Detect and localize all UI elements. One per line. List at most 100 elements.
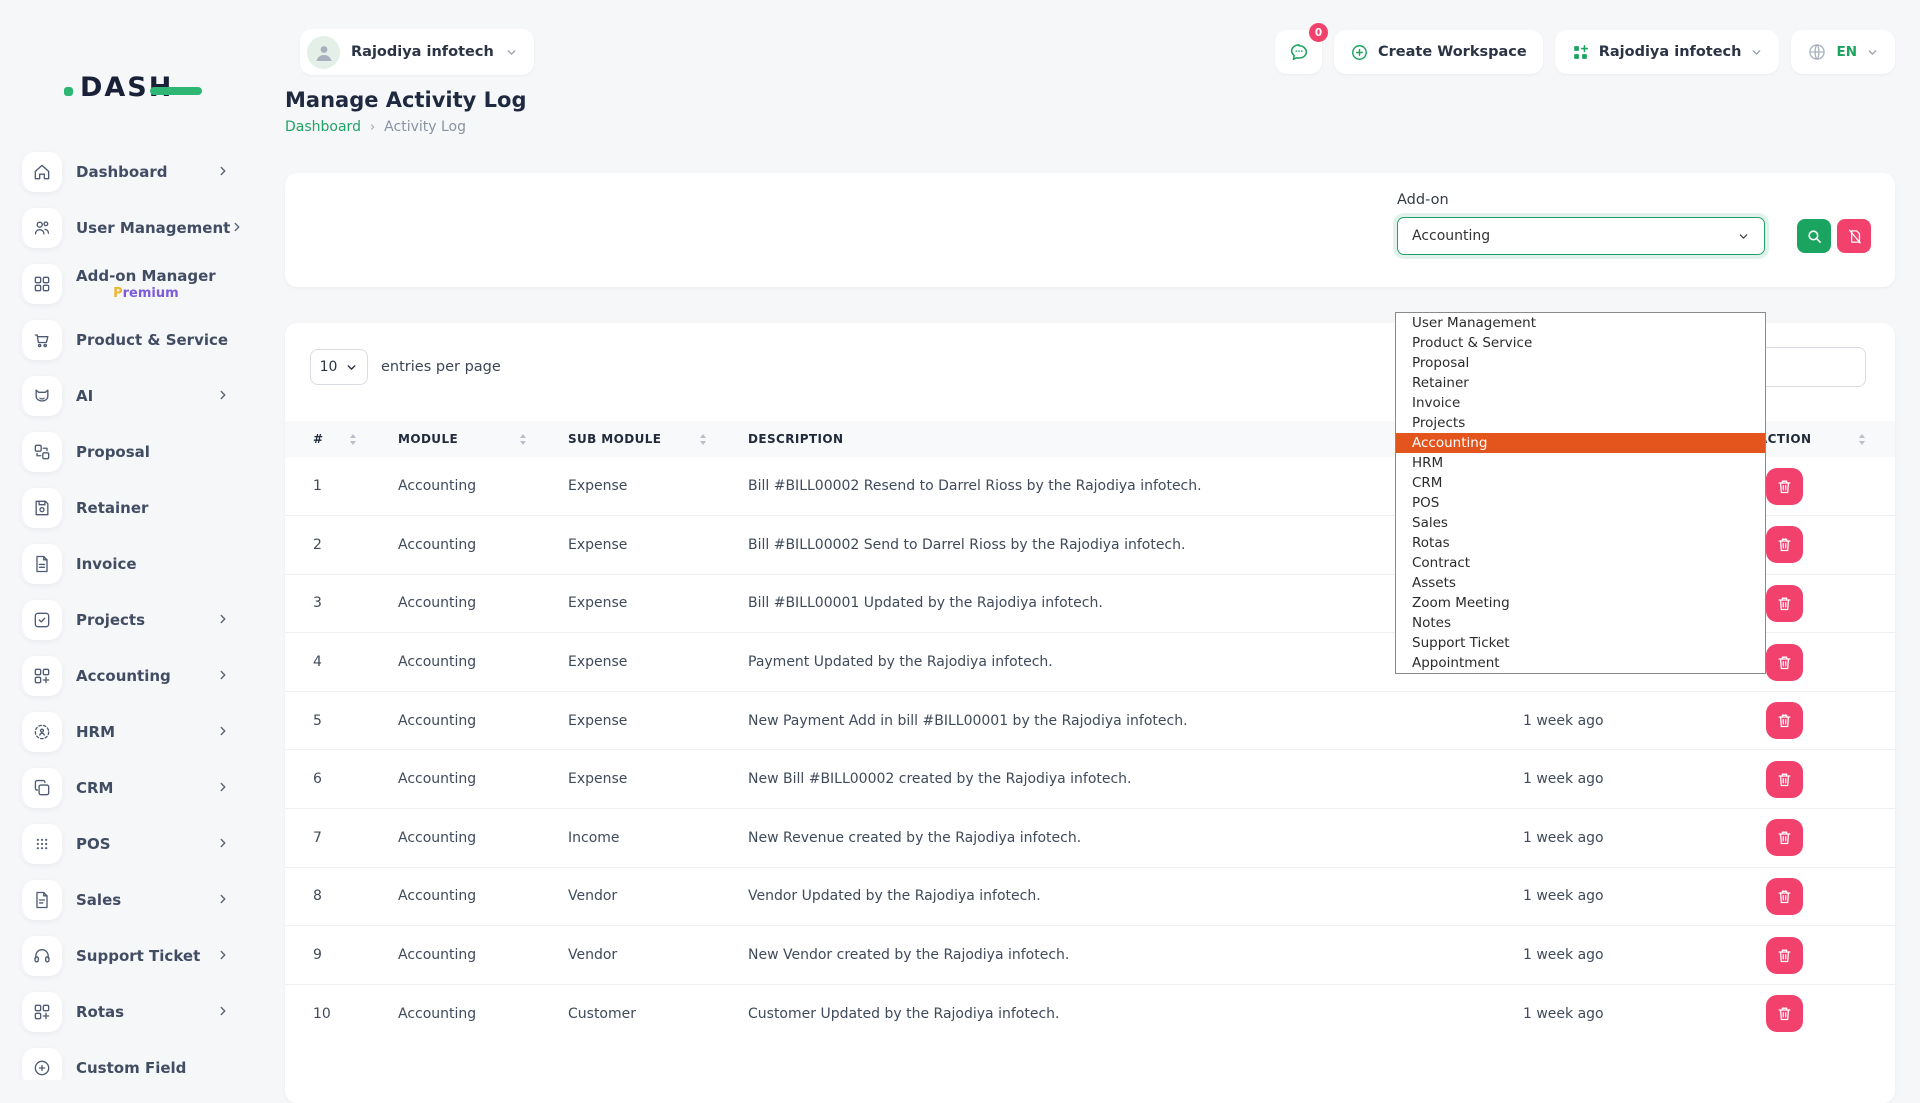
addon-select[interactable]: Accounting (1397, 217, 1765, 255)
avatar (307, 36, 340, 69)
sidebar-item-custom-field[interactable]: Custom Field (0, 1048, 270, 1080)
row-description: New Revenue created by the Rajodiya info… (720, 809, 1495, 868)
sidebar-item-crm[interactable]: CRM (0, 768, 270, 808)
addon-option-contract[interactable]: Contract (1396, 553, 1765, 573)
sort-icon (700, 434, 706, 445)
addon-option-projects[interactable]: Projects (1396, 413, 1765, 433)
addon-option-accounting[interactable]: Accounting (1396, 433, 1765, 453)
chevron-right-icon (216, 387, 230, 406)
search-icon (1806, 228, 1823, 245)
sort-icon (350, 434, 356, 445)
breadcrumb-dashboard-link[interactable]: Dashboard (285, 119, 361, 135)
delete-row-button[interactable] (1766, 526, 1803, 563)
addon-option-product-service[interactable]: Product & Service (1396, 333, 1765, 353)
sidebar-item-user-management[interactable]: User Management (0, 208, 270, 248)
sidebar-item-invoice[interactable]: Invoice (0, 544, 270, 584)
sidebar-item-label: AI (76, 387, 93, 405)
sidebar-item-hrm[interactable]: HRM (0, 712, 270, 752)
addon-option-hrm[interactable]: HRM (1396, 453, 1765, 473)
globe-icon (1807, 42, 1827, 62)
topbar: Rajodiya infotech 0 Create Workspace (285, 29, 1895, 75)
sidebar-item-label: Proposal (76, 443, 150, 461)
addon-option-appointment[interactable]: Appointment (1396, 653, 1765, 673)
invoice-icon (22, 544, 62, 584)
delete-row-button[interactable] (1766, 937, 1803, 974)
column-header-[interactable]: # (285, 421, 370, 457)
column-header-module[interactable]: MODULE (370, 421, 540, 457)
create-workspace-label: Create Workspace (1378, 44, 1527, 60)
search-button[interactable] (1797, 219, 1831, 253)
delete-row-button[interactable] (1766, 585, 1803, 622)
messages-button[interactable]: 0 (1275, 30, 1322, 74)
reset-filter-button[interactable] (1837, 219, 1871, 253)
sidebar-item-projects[interactable]: Projects (0, 600, 270, 640)
row-description: Bill #BILL00002 Resend to Darrel Rioss b… (720, 457, 1495, 516)
column-header-sub-module[interactable]: SUB MODULE (540, 421, 720, 457)
delete-row-button[interactable] (1766, 644, 1803, 681)
addon-option-sales[interactable]: Sales (1396, 513, 1765, 533)
addon-filter-group: Add-on Accounting (1397, 192, 1871, 255)
sidebar-item-label: Dashboard (76, 163, 167, 181)
delete-row-button[interactable] (1766, 878, 1803, 915)
addon-option-pos[interactable]: POS (1396, 493, 1765, 513)
sidebar-item-dashboard[interactable]: Dashboard (0, 152, 270, 192)
sidebar-item-label: HRM (76, 723, 115, 741)
topbar-right-group: 0 Create Workspace Rajodiya infot (1275, 30, 1895, 74)
addon-option-user-management[interactable]: User Management (1396, 313, 1765, 333)
chevron-right-icon (230, 219, 244, 238)
addon-option-support-ticket[interactable]: Support Ticket (1396, 633, 1765, 653)
sidebar-item-rotas[interactable]: Rotas (0, 992, 270, 1032)
sidebar-item-accounting[interactable]: Accounting (0, 656, 270, 696)
entries-per-page-select[interactable]: 10 (310, 349, 368, 385)
row-sub-module: Customer (540, 984, 720, 1043)
breadcrumb: Dashboard › Activity Log (285, 119, 1895, 135)
addon-option-zoom-meeting[interactable]: Zoom Meeting (1396, 593, 1765, 613)
addon-option-rotas[interactable]: Rotas (1396, 533, 1765, 553)
sidebar-item-ai[interactable]: AI (0, 376, 270, 416)
addon-option-invoice[interactable]: Invoice (1396, 393, 1765, 413)
row-module: Accounting (370, 984, 540, 1043)
delete-row-button[interactable] (1766, 761, 1803, 798)
sidebar-item-label: POS (76, 835, 111, 853)
row-number: 1 (285, 457, 370, 516)
chat-badge: 0 (1309, 23, 1328, 42)
sidebar-item-sales[interactable]: Sales (0, 880, 270, 920)
sidebar-item-proposal[interactable]: Proposal (0, 432, 270, 472)
create-workspace-button[interactable]: Create Workspace (1334, 30, 1543, 74)
row-number: 2 (285, 516, 370, 575)
delete-row-button[interactable] (1766, 995, 1803, 1032)
chevron-right-icon (216, 163, 230, 182)
sidebar-item-label: Custom Field (76, 1059, 186, 1077)
workspace-chip[interactable]: Rajodiya infotech (300, 29, 534, 75)
sidebar-item-retainer[interactable]: Retainer (0, 488, 270, 528)
delete-row-button[interactable] (1766, 702, 1803, 739)
chevron-right-icon (216, 667, 230, 686)
addon-select-value: Accounting (1412, 228, 1490, 244)
language-menu[interactable]: EN (1791, 30, 1895, 74)
workspace-menu[interactable]: Rajodiya infotech (1555, 30, 1780, 74)
row-sub-module: Expense (540, 516, 720, 575)
page-title: Manage Activity Log (285, 88, 1895, 112)
sidebar-item-add-on-manager[interactable]: Add-on ManagerPremium (0, 264, 270, 304)
addon-option-crm[interactable]: CRM (1396, 473, 1765, 493)
row-date: 1 week ago (1495, 926, 1740, 985)
addon-option-retainer[interactable]: Retainer (1396, 373, 1765, 393)
workspace-chip-label: Rajodiya infotech (351, 44, 494, 60)
sidebar-item-product-service[interactable]: Product & Service (0, 320, 270, 360)
addon-option-assets[interactable]: Assets (1396, 573, 1765, 593)
table-row: 5AccountingExpenseNew Payment Add in bil… (285, 691, 1895, 750)
delete-row-button[interactable] (1766, 468, 1803, 505)
entries-per-page-label: entries per page (381, 359, 501, 375)
delete-row-button[interactable] (1766, 819, 1803, 856)
sidebar-item-label: CRM (76, 779, 114, 797)
custom-field-icon (22, 1048, 62, 1080)
addon-option-proposal[interactable]: Proposal (1396, 353, 1765, 373)
addon-select-dropdown: User ManagementProduct & ServiceProposal… (1395, 312, 1766, 674)
column-header-description[interactable]: DESCRIPTION (720, 421, 1495, 457)
sidebar-item-pos[interactable]: POS (0, 824, 270, 864)
sidebar-item-label: Projects (76, 611, 145, 629)
chevron-right-icon (216, 947, 230, 966)
row-module: Accounting (370, 574, 540, 633)
addon-option-notes[interactable]: Notes (1396, 613, 1765, 633)
sidebar-item-support-ticket[interactable]: Support Ticket (0, 936, 270, 976)
